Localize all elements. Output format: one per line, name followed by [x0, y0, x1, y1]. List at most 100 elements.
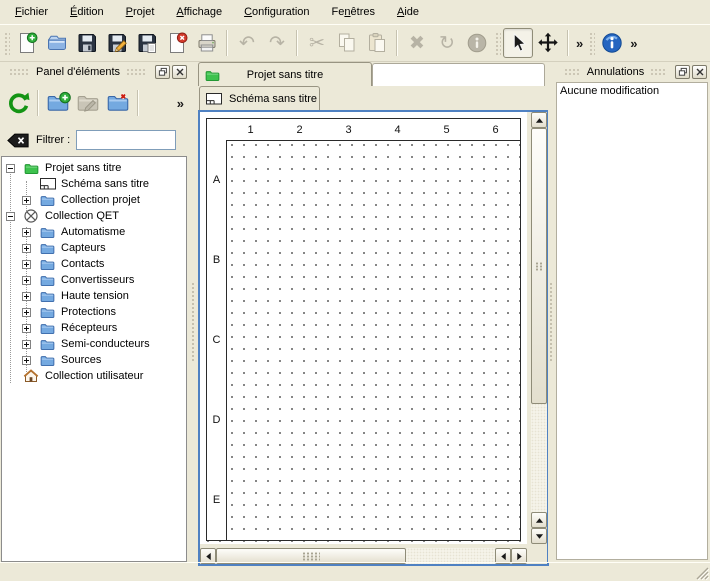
expand-icon[interactable]	[22, 292, 31, 301]
cut-button[interactable]: ✂	[302, 28, 332, 58]
menu-projet[interactable]: Projet	[115, 2, 166, 22]
undo-panel-dock: Annulations Aucune modification	[555, 62, 710, 562]
menu-aide[interactable]: Aide	[386, 2, 430, 22]
expand-icon[interactable]	[22, 244, 31, 253]
elements-panel-title: Panel d'éléments	[36, 66, 120, 78]
info-button[interactable]	[597, 28, 627, 58]
menu-fenetres[interactable]: Fenêtres	[321, 2, 386, 22]
scrollbar-thumb[interactable]	[531, 128, 547, 404]
expand-icon[interactable]	[22, 260, 31, 269]
diagram-canvas[interactable]: 123456ABCDE	[200, 112, 527, 544]
properties-button[interactable]	[462, 28, 492, 58]
tree-item-label: Automatisme	[61, 226, 125, 238]
folder-icon	[39, 273, 56, 288]
tree-item[interactable]: Semi-conducteurs	[2, 336, 186, 352]
scroll-up-button[interactable]	[531, 112, 547, 128]
undo-list-item[interactable]: Aucune modification	[557, 83, 707, 101]
close-button[interactable]	[172, 65, 187, 79]
expand-icon[interactable]	[22, 276, 31, 285]
elements-panel-titlebar[interactable]: Panel d'éléments	[0, 62, 190, 82]
scroll-down-button[interactable]	[531, 528, 547, 544]
save-button[interactable]	[72, 28, 102, 58]
delete-button[interactable]: ✖	[402, 28, 432, 58]
reload-collections-button[interactable]	[3, 88, 33, 118]
menu-edition[interactable]: Édition	[59, 2, 115, 22]
undo-button[interactable]: ↶	[232, 28, 262, 58]
filter-input[interactable]	[76, 130, 176, 150]
redo-button[interactable]: ↷	[262, 28, 292, 58]
home-icon	[23, 368, 39, 384]
clear-filter-button[interactable]	[6, 132, 30, 149]
save-as-button[interactable]	[102, 28, 132, 58]
vertical-scrollbar[interactable]	[531, 112, 547, 544]
tree-item[interactable]: Convertisseurs	[2, 272, 186, 288]
properties-icon	[465, 31, 489, 55]
save-icon	[75, 31, 99, 55]
move-tool-button[interactable]	[533, 28, 563, 58]
menu-fichier[interactable]: Fichier	[4, 2, 59, 22]
edit-category-button[interactable]	[73, 88, 103, 118]
float-button[interactable]	[155, 65, 170, 79]
toolbar-handle[interactable]	[494, 31, 501, 55]
tree-item[interactable]: Collection projet	[2, 192, 186, 208]
menu-affichage[interactable]: Affichage	[165, 2, 233, 22]
tree-item[interactable]: Protections	[2, 304, 186, 320]
clear-filter-icon	[6, 132, 30, 149]
splitter-right[interactable]	[548, 62, 555, 562]
main-toolbar: ↶↷ ✂ ✖↻ » »	[0, 24, 710, 62]
elements-panel-toolbar: »	[0, 82, 190, 124]
copy-button[interactable]	[332, 28, 362, 58]
tree-item[interactable]: Contacts	[2, 256, 186, 272]
collapse-icon[interactable]	[6, 164, 15, 173]
toolbar-overflow-button[interactable]: »	[573, 36, 586, 51]
scroll-up-button[interactable]	[531, 512, 547, 528]
close-project-button[interactable]	[162, 28, 192, 58]
tree-item[interactable]: Sources	[2, 352, 186, 368]
tree-item[interactable]: Projet sans titre	[2, 160, 186, 176]
open-project-button[interactable]	[42, 28, 72, 58]
save-all-button[interactable]	[132, 28, 162, 58]
toolbar-overflow-button[interactable]: »	[627, 36, 640, 51]
close-button[interactable]	[692, 65, 707, 79]
schema-tab[interactable]: Schéma sans titre	[199, 86, 320, 111]
float-button[interactable]	[675, 65, 690, 79]
dock-grip-texture	[9, 68, 30, 76]
folder-icon	[39, 257, 56, 272]
new-category-button[interactable]	[43, 88, 73, 118]
resize-grip-icon[interactable]	[696, 567, 709, 580]
schema-icon	[39, 177, 57, 191]
project-tab[interactable]: Projet sans titre	[198, 62, 372, 86]
new-document-button[interactable]	[12, 28, 42, 58]
tree-item[interactable]: Automatisme	[2, 224, 186, 240]
toolbar-handle[interactable]	[3, 31, 10, 55]
select-tool-button[interactable]	[503, 28, 533, 58]
undo-panel-titlebar[interactable]: Annulations	[555, 62, 710, 82]
tree-item[interactable]: Collection utilisateur	[2, 368, 186, 384]
info-icon	[600, 31, 624, 55]
menu-configuration[interactable]: Configuration	[233, 2, 320, 22]
toolbar-handle[interactable]	[588, 31, 595, 55]
dock-grip-texture	[650, 68, 667, 76]
tree-item[interactable]: Schéma sans titre	[2, 176, 186, 192]
tree-item[interactable]: Capteurs	[2, 240, 186, 256]
tree-item[interactable]: Récepteurs	[2, 320, 186, 336]
paste-button[interactable]	[362, 28, 392, 58]
splitter-left[interactable]	[190, 62, 198, 562]
expand-icon[interactable]	[22, 228, 31, 237]
delete-category-button[interactable]	[103, 88, 133, 118]
paste-icon	[365, 31, 389, 55]
collapse-icon[interactable]	[6, 212, 15, 221]
print-button[interactable]	[192, 28, 222, 58]
expand-icon[interactable]	[22, 356, 31, 365]
expand-icon[interactable]	[22, 196, 31, 205]
panel-overflow-button[interactable]: »	[174, 96, 187, 111]
expand-icon[interactable]	[22, 308, 31, 317]
folder-icon	[39, 353, 56, 368]
rotate-button[interactable]: ↻	[432, 28, 462, 58]
tree-item[interactable]: Collection QET	[2, 208, 186, 224]
undo-history-list: Aucune modification	[556, 82, 708, 560]
tree-item[interactable]: Haute tension	[2, 288, 186, 304]
grid-column-header: 6	[471, 119, 521, 141]
expand-icon[interactable]	[22, 324, 31, 333]
expand-icon[interactable]	[22, 340, 31, 349]
